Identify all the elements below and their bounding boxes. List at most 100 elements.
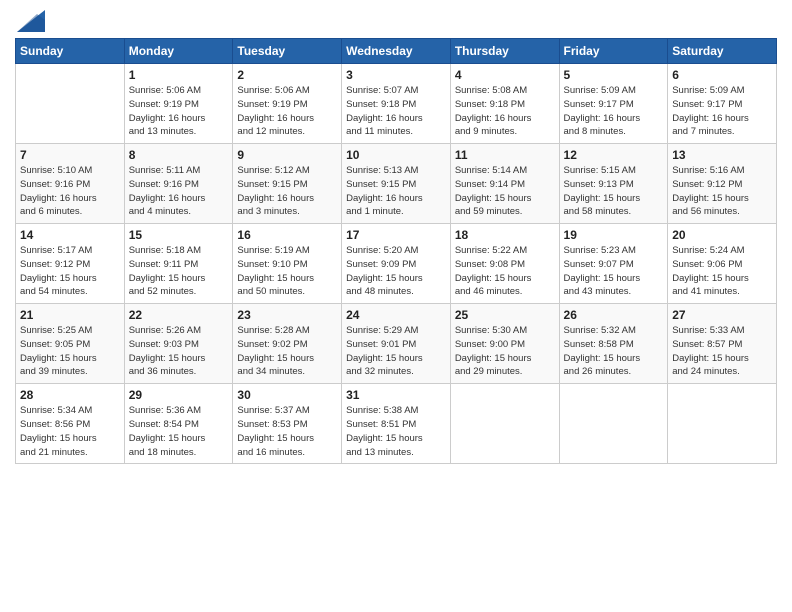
day-cell: 14Sunrise: 5:17 AM Sunset: 9:12 PM Dayli… <box>16 224 125 304</box>
day-info: Sunrise: 5:36 AM Sunset: 8:54 PM Dayligh… <box>129 404 229 459</box>
day-cell: 5 Sunrise: 5:09 AM Sunset: 9:17 PM Daylig… <box>559 64 668 144</box>
day-info: Sunrise: 5:13 AM Sunset: 9:15 PM Dayligh… <box>346 164 446 219</box>
day-info: Sunrise: 5:19 AM Sunset: 9:10 PM Dayligh… <box>237 244 337 299</box>
day-cell: 4Sunrise: 5:08 AM Sunset: 9:18 PM Daylig… <box>450 64 559 144</box>
day-info: Sunrise: 5:38 AM Sunset: 8:51 PM Dayligh… <box>346 404 446 459</box>
header-day: Sunday <box>16 39 125 64</box>
day-info: Sunrise: 5:32 AM Sunset: 8:58 PM Dayligh… <box>564 324 664 379</box>
header-row: SundayMondayTuesdayWednesdayThursdayFrid… <box>16 39 777 64</box>
day-info: Sunrise: 5:14 AM Sunset: 9:14 PM Dayligh… <box>455 164 555 219</box>
header-day: Tuesday <box>233 39 342 64</box>
day-number: 1 <box>129 68 229 82</box>
week-row: 28Sunrise: 5:34 AM Sunset: 8:56 PM Dayli… <box>16 384 777 464</box>
day-info: Sunrise: 5:11 AM Sunset: 9:16 PM Dayligh… <box>129 164 229 219</box>
day-number: 13 <box>672 148 772 162</box>
day-info: Sunrise: 5:28 AM Sunset: 9:02 PM Dayligh… <box>237 324 337 379</box>
week-row: 1 Sunrise: 5:06 AM Sunset: 9:19 PM Daylig… <box>16 64 777 144</box>
calendar-container: SundayMondayTuesdayWednesdayThursdayFrid… <box>0 0 792 474</box>
day-number: 23 <box>237 308 337 322</box>
day-cell: 7 Sunrise: 5:10 AM Sunset: 9:16 PM Daylig… <box>16 144 125 224</box>
day-number: 10 <box>346 148 446 162</box>
day-number: 2 <box>237 68 337 82</box>
day-info: Sunrise: 5:10 AM Sunset: 9:16 PM Dayligh… <box>20 164 120 219</box>
logo <box>15 10 45 32</box>
day-info: Sunrise: 5:18 AM Sunset: 9:11 PM Dayligh… <box>129 244 229 299</box>
day-number: 7 <box>20 148 120 162</box>
day-info: Sunrise: 5:15 AM Sunset: 9:13 PM Dayligh… <box>564 164 664 219</box>
day-number: 24 <box>346 308 446 322</box>
day-cell: 12 Sunrise: 5:15 AM Sunset: 9:13 PM Dayli… <box>559 144 668 224</box>
day-cell: 28Sunrise: 5:34 AM Sunset: 8:56 PM Dayli… <box>16 384 125 464</box>
day-info: Sunrise: 5:34 AM Sunset: 8:56 PM Dayligh… <box>20 404 120 459</box>
day-info: Sunrise: 5:25 AM Sunset: 9:05 PM Dayligh… <box>20 324 120 379</box>
day-number: 31 <box>346 388 446 402</box>
header <box>15 10 777 32</box>
day-cell: 26 Sunrise: 5:32 AM Sunset: 8:58 PM Dayli… <box>559 304 668 384</box>
header-day: Thursday <box>450 39 559 64</box>
day-number: 16 <box>237 228 337 242</box>
day-cell: 19 Sunrise: 5:23 AM Sunset: 9:07 PM Dayli… <box>559 224 668 304</box>
day-info: Sunrise: 5:22 AM Sunset: 9:08 PM Dayligh… <box>455 244 555 299</box>
day-number: 26 <box>564 308 664 322</box>
day-cell: 31 Sunrise: 5:38 AM Sunset: 8:51 PM Dayli… <box>342 384 451 464</box>
week-row: 14Sunrise: 5:17 AM Sunset: 9:12 PM Dayli… <box>16 224 777 304</box>
day-number: 6 <box>672 68 772 82</box>
day-info: Sunrise: 5:23 AM Sunset: 9:07 PM Dayligh… <box>564 244 664 299</box>
week-row: 7 Sunrise: 5:10 AM Sunset: 9:16 PM Daylig… <box>16 144 777 224</box>
header-day: Monday <box>124 39 233 64</box>
day-cell: 21 Sunrise: 5:25 AM Sunset: 9:05 PM Dayli… <box>16 304 125 384</box>
week-row: 21 Sunrise: 5:25 AM Sunset: 9:05 PM Dayli… <box>16 304 777 384</box>
day-number: 9 <box>237 148 337 162</box>
calendar-header: SundayMondayTuesdayWednesdayThursdayFrid… <box>16 39 777 64</box>
day-info: Sunrise: 5:24 AM Sunset: 9:06 PM Dayligh… <box>672 244 772 299</box>
day-number: 19 <box>564 228 664 242</box>
day-cell: 8 Sunrise: 5:11 AM Sunset: 9:16 PM Daylig… <box>124 144 233 224</box>
day-number: 17 <box>346 228 446 242</box>
day-cell: 13 Sunrise: 5:16 AM Sunset: 9:12 PM Dayli… <box>668 144 777 224</box>
day-info: Sunrise: 5:12 AM Sunset: 9:15 PM Dayligh… <box>237 164 337 219</box>
day-info: Sunrise: 5:20 AM Sunset: 9:09 PM Dayligh… <box>346 244 446 299</box>
day-cell: 25Sunrise: 5:30 AM Sunset: 9:00 PM Dayli… <box>450 304 559 384</box>
day-cell: 18 Sunrise: 5:22 AM Sunset: 9:08 PM Dayli… <box>450 224 559 304</box>
day-number: 11 <box>455 148 555 162</box>
day-cell: 20Sunrise: 5:24 AM Sunset: 9:06 PM Dayli… <box>668 224 777 304</box>
day-cell: 23 Sunrise: 5:28 AM Sunset: 9:02 PM Dayli… <box>233 304 342 384</box>
day-info: Sunrise: 5:09 AM Sunset: 9:17 PM Dayligh… <box>564 84 664 139</box>
day-cell: 22Sunrise: 5:26 AM Sunset: 9:03 PM Dayli… <box>124 304 233 384</box>
day-info: Sunrise: 5:26 AM Sunset: 9:03 PM Dayligh… <box>129 324 229 379</box>
day-cell: 24 Sunrise: 5:29 AM Sunset: 9:01 PM Dayli… <box>342 304 451 384</box>
day-info: Sunrise: 5:07 AM Sunset: 9:18 PM Dayligh… <box>346 84 446 139</box>
day-cell <box>559 384 668 464</box>
day-cell: 16 Sunrise: 5:19 AM Sunset: 9:10 PM Dayli… <box>233 224 342 304</box>
header-day: Wednesday <box>342 39 451 64</box>
day-number: 27 <box>672 308 772 322</box>
day-info: Sunrise: 5:06 AM Sunset: 9:19 PM Dayligh… <box>129 84 229 139</box>
calendar-table: SundayMondayTuesdayWednesdayThursdayFrid… <box>15 38 777 464</box>
day-number: 3 <box>346 68 446 82</box>
header-day: Friday <box>559 39 668 64</box>
day-cell: 27 Sunrise: 5:33 AM Sunset: 8:57 PM Dayli… <box>668 304 777 384</box>
header-day: Saturday <box>668 39 777 64</box>
day-cell: 1 Sunrise: 5:06 AM Sunset: 9:19 PM Daylig… <box>124 64 233 144</box>
day-number: 21 <box>20 308 120 322</box>
day-number: 5 <box>564 68 664 82</box>
day-cell: 15Sunrise: 5:18 AM Sunset: 9:11 PM Dayli… <box>124 224 233 304</box>
day-info: Sunrise: 5:33 AM Sunset: 8:57 PM Dayligh… <box>672 324 772 379</box>
day-number: 18 <box>455 228 555 242</box>
day-number: 8 <box>129 148 229 162</box>
day-info: Sunrise: 5:29 AM Sunset: 9:01 PM Dayligh… <box>346 324 446 379</box>
day-cell: 2Sunrise: 5:06 AM Sunset: 9:19 PM Daylig… <box>233 64 342 144</box>
day-info: Sunrise: 5:09 AM Sunset: 9:17 PM Dayligh… <box>672 84 772 139</box>
day-cell: 29 Sunrise: 5:36 AM Sunset: 8:54 PM Dayli… <box>124 384 233 464</box>
calendar-body: 1 Sunrise: 5:06 AM Sunset: 9:19 PM Daylig… <box>16 64 777 464</box>
day-cell: 10 Sunrise: 5:13 AM Sunset: 9:15 PM Dayli… <box>342 144 451 224</box>
day-cell <box>668 384 777 464</box>
day-info: Sunrise: 5:30 AM Sunset: 9:00 PM Dayligh… <box>455 324 555 379</box>
day-cell: 17 Sunrise: 5:20 AM Sunset: 9:09 PM Dayli… <box>342 224 451 304</box>
day-number: 30 <box>237 388 337 402</box>
day-number: 12 <box>564 148 664 162</box>
day-number: 29 <box>129 388 229 402</box>
day-info: Sunrise: 5:16 AM Sunset: 9:12 PM Dayligh… <box>672 164 772 219</box>
day-number: 4 <box>455 68 555 82</box>
day-cell <box>450 384 559 464</box>
